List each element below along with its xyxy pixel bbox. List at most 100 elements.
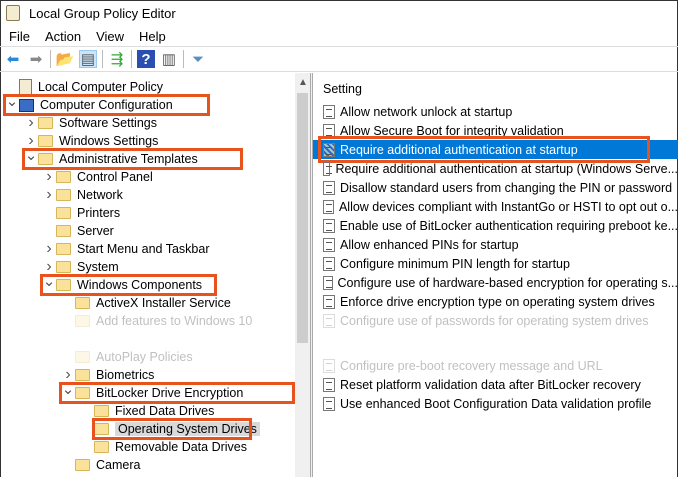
policy-setting-icon [323,256,335,271]
tree-item-label: Server [77,224,114,238]
window-title: Local Group Policy Editor [29,5,176,21]
tree-item-label: Camera [96,458,141,472]
setting-label: Enforce drive encryption type on operati… [340,294,655,309]
chevron-right-icon[interactable]: › [42,168,56,186]
tree-item[interactable]: Server [42,222,114,240]
setting-row[interactable]: Reset platform validation data after Bit… [313,375,678,394]
setting-label: Require additional authentication at sta… [335,161,678,176]
menu-file[interactable]: File [9,29,30,44]
tree-item[interactable]: AutoPlay Policies [61,348,193,366]
settings-pane: Setting Allow network unlock at startup A… [313,73,678,477]
chevron-right-icon[interactable]: › [42,240,56,258]
tree-item[interactable]: Removable Data Drives [80,438,247,456]
folder-icon [56,261,71,273]
policy-setting-icon [323,237,335,252]
folder-icon [38,117,53,129]
column-header-setting[interactable]: Setting [323,82,362,96]
tree-item[interactable]: ActiveX Installer Service [61,294,231,312]
tree-item[interactable]: › Control Panel [42,168,153,186]
setting-row[interactable]: Configure minimum PIN length for startup [313,254,678,273]
policy-setting-icon [323,161,333,176]
tree-item-label: Control Panel [77,170,153,184]
tree-item-label: Add features to Windows 10 [96,314,253,328]
tree-item[interactable]: › Start Menu and Taskbar [42,240,209,258]
chevron-right-icon[interactable]: › [24,114,38,132]
setting-label: Disallow standard users from changing th… [340,180,673,195]
tree-item[interactable]: Add features to Windows 10 [61,312,252,330]
menu-view[interactable]: View [96,29,124,44]
filter-icon[interactable]: ⏷ [189,50,207,68]
tree-item-label: Network [77,188,123,202]
setting-row[interactable]: Use enhanced Boot Configuration Data val… [313,394,678,413]
tree-item[interactable]: Printers [42,204,120,222]
setting-row[interactable]: Enforce drive encryption type on operati… [313,292,678,311]
chevron-right-icon[interactable]: › [42,186,56,204]
policy-setting-icon [323,377,335,392]
folder-icon [56,207,71,219]
tree-item[interactable]: Camera [61,456,140,474]
menu-bar: File Action View Help [0,26,172,46]
setting-row[interactable]: Require additional authentication at sta… [313,159,678,178]
setting-label: Allow network unlock at startup [340,104,513,119]
setting-row[interactable]: Disallow standard users from changing th… [313,178,678,197]
setting-row[interactable]: Configure use of hardware-based encrypti… [313,273,678,292]
folder-icon [56,225,71,237]
menu-help[interactable]: Help [139,29,166,44]
tree-item-label: System [77,260,119,274]
annotation-highlight-box [22,148,244,170]
setting-row [313,330,678,349]
setting-row[interactable]: Configure use of passwords for operating… [313,311,678,330]
scrollbar-thumb[interactable] [297,93,308,343]
tree-item[interactable]: › Software Settings [24,114,157,132]
folder-icon [56,243,71,255]
setting-row[interactable]: Allow enhanced PINs for startup [313,235,678,254]
setting-row[interactable]: Allow devices compliant with InstantGo o… [313,197,678,216]
help-icon[interactable]: ? [137,50,155,68]
setting-row[interactable]: Enable use of BitLocker authentication r… [313,216,678,235]
export-list-icon[interactable]: ⇶ [108,50,126,68]
show-action-pane-icon[interactable]: ▥ [160,50,178,68]
setting-label: Configure minimum PIN length for startup [340,256,570,271]
tree-item[interactable]: › Network [42,186,123,204]
tree-item-label: Start Menu and Taskbar [77,242,210,256]
toolbar-separator [102,50,103,68]
policy-setting-icon [323,275,333,290]
back-arrow-icon[interactable]: ⬅ [4,50,22,68]
show-hide-tree-icon[interactable]: ▤ [79,50,97,68]
toolbar: ⬅ ➡ 📂 ▤ ⇶? ▥ ⏷ [0,46,678,72]
folder-icon [94,441,109,453]
folder-icon [38,135,53,147]
policy-editor-icon [6,5,20,21]
setting-label: Configure use of hardware-based encrypti… [337,275,678,290]
menu-action[interactable]: Action [45,29,81,44]
tree-item-label: Biometrics [96,368,155,382]
tree-item-label: Windows Settings [59,134,159,148]
setting-row[interactable]: Configure pre-boot recovery message and … [313,356,678,375]
setting-label: Reset platform validation data after Bit… [340,377,641,392]
toolbar-separator [183,50,184,68]
folder-icon [75,351,90,363]
policy-setting-icon [323,294,335,309]
folder-icon [94,405,109,417]
tree-item-label: Local Computer Policy [38,80,164,94]
scroll-up-icon[interactable]: ▲ [298,77,308,88]
folder-icon [75,459,90,471]
tree-item-label: ActiveX Installer Service [96,296,231,310]
tree-scrollbar[interactable]: ▲ [295,73,310,477]
tree-item-label: Software Settings [59,116,157,130]
tree-item-label: Fixed Data Drives [115,404,215,418]
toolbar-separator [131,50,132,68]
forward-arrow-icon[interactable]: ➡ [27,50,45,68]
policy-setting-icon [323,180,335,195]
navigation-tree[interactable]: Local Computer Policy ⌄ Computer Configura… [1,73,295,477]
policy-setting-icon [323,199,334,214]
title-bar: Local Group Policy Editor [0,0,678,26]
up-folder-icon[interactable]: 📂 [56,50,75,68]
policy-setting-icon [323,396,335,411]
annotation-highlight-box [92,418,252,440]
annotation-highlight-box [40,274,218,296]
setting-row[interactable]: Allow network unlock at startup [313,102,678,121]
tree-item-label: Printers [77,206,121,220]
folder-icon [56,189,71,201]
policy-setting-icon [323,218,335,233]
